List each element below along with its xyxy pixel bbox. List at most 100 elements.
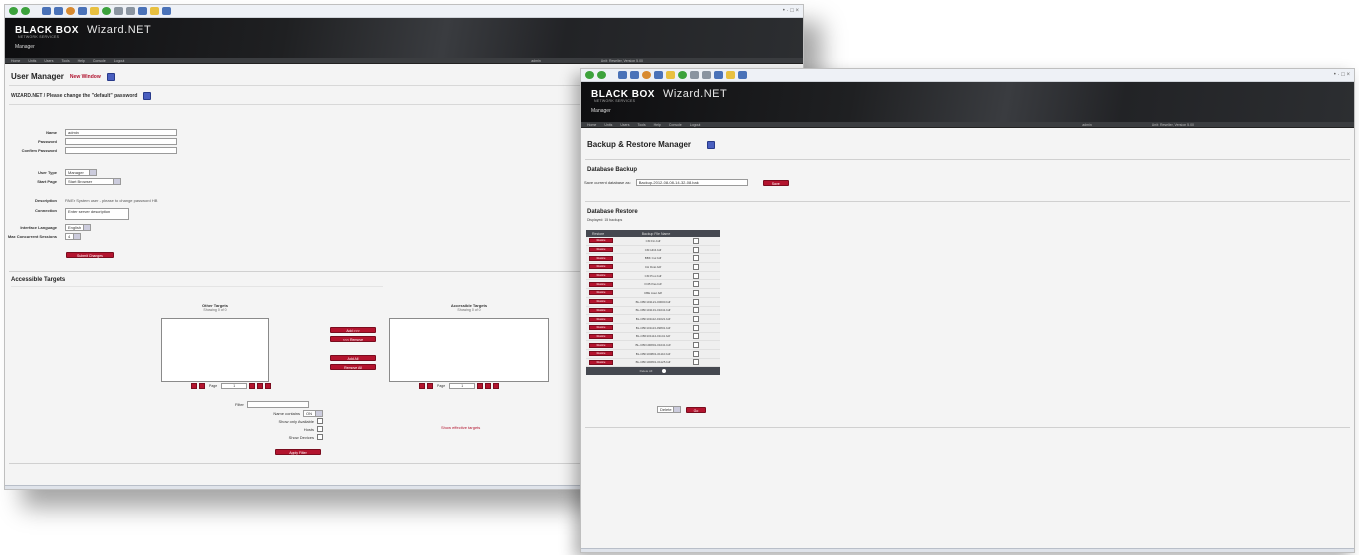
- nav-units[interactable]: Units: [28, 59, 36, 63]
- folder-icon[interactable]: [150, 7, 159, 15]
- backup-select-checkbox[interactable]: [693, 272, 699, 279]
- backup-select-checkbox[interactable]: [693, 342, 699, 349]
- backup-select-checkbox[interactable]: [693, 281, 699, 288]
- backup-select-checkbox[interactable]: [693, 316, 699, 323]
- stop-icon[interactable]: [42, 7, 51, 15]
- name-field[interactable]: admin: [65, 129, 177, 136]
- max-sessions-select[interactable]: 4: [65, 233, 81, 240]
- restore-button[interactable]: Restore: [589, 290, 613, 296]
- stop-icon[interactable]: [618, 71, 627, 79]
- first-page-button[interactable]: [419, 383, 425, 389]
- new-window-link[interactable]: New Window: [70, 74, 101, 80]
- search-icon[interactable]: [78, 7, 87, 15]
- restore-button[interactable]: Restore: [589, 238, 613, 244]
- save-backup-button[interactable]: Save: [762, 179, 789, 186]
- nav-users[interactable]: Users: [44, 59, 53, 63]
- submit-changes-button[interactable]: Submit Changes: [66, 252, 114, 258]
- password-field[interactable]: [65, 138, 177, 145]
- add-all-button[interactable]: Add All: [330, 355, 376, 361]
- back-icon[interactable]: [585, 71, 594, 79]
- accessible-targets-list[interactable]: [389, 318, 549, 382]
- go-button[interactable]: Go: [686, 406, 706, 413]
- page-input[interactable]: 1: [221, 383, 248, 389]
- restore-button[interactable]: Restore: [589, 351, 613, 357]
- restore-button[interactable]: Restore: [589, 325, 613, 331]
- add-button[interactable]: Add >>>: [330, 327, 376, 333]
- nav-console[interactable]: Console: [93, 59, 106, 63]
- filter-option-hosts-checkbox[interactable]: [317, 426, 323, 432]
- backup-select-checkbox[interactable]: [693, 255, 699, 262]
- backup-select-checkbox[interactable]: [693, 237, 699, 244]
- search-icon[interactable]: [654, 71, 663, 79]
- refresh-icon[interactable]: [630, 71, 639, 79]
- backup-select-checkbox[interactable]: [693, 333, 699, 340]
- restore-button[interactable]: Restore: [589, 299, 613, 305]
- confirm-password-field[interactable]: [65, 147, 177, 154]
- forward-icon[interactable]: [21, 7, 30, 15]
- backup-select-checkbox[interactable]: [693, 298, 699, 305]
- mail-icon[interactable]: [126, 7, 135, 15]
- interface-language-select[interactable]: English: [65, 224, 91, 231]
- home-icon[interactable]: [66, 7, 75, 15]
- backup-select-checkbox[interactable]: [693, 359, 699, 366]
- help-icon[interactable]: [143, 92, 152, 100]
- connection-field[interactable]: Enter server description: [65, 208, 129, 220]
- filter-option-devices-checkbox[interactable]: [317, 434, 323, 440]
- first-page-button[interactable]: [191, 383, 197, 389]
- nav-tools[interactable]: Tools: [637, 123, 645, 127]
- media-icon[interactable]: [102, 7, 111, 15]
- restore-button[interactable]: Restore: [589, 264, 613, 270]
- restore-button[interactable]: Restore: [589, 247, 613, 253]
- user-type-select[interactable]: Manager: [65, 169, 97, 176]
- filter-option-name-select[interactable]: ON: [303, 410, 323, 417]
- restore-button[interactable]: Restore: [589, 316, 613, 322]
- nav-home[interactable]: Home: [587, 123, 596, 127]
- prev-page-button[interactable]: [199, 383, 205, 389]
- page-input[interactable]: 1: [449, 383, 476, 389]
- restore-button[interactable]: Restore: [589, 342, 613, 348]
- print-icon[interactable]: [138, 7, 147, 15]
- remove-button[interactable]: <<< Remove: [330, 336, 376, 342]
- nav-help[interactable]: Help: [78, 59, 85, 63]
- media-icon[interactable]: [678, 71, 687, 79]
- history-icon[interactable]: [690, 71, 699, 79]
- backup-select-checkbox[interactable]: [693, 263, 699, 270]
- select-all-radio[interactable]: [662, 369, 667, 374]
- backup-select-checkbox[interactable]: [693, 289, 699, 296]
- backup-select-checkbox[interactable]: [693, 324, 699, 331]
- restore-button[interactable]: Restore: [589, 333, 613, 339]
- nav-console[interactable]: Console: [669, 123, 682, 127]
- nav-help[interactable]: Help: [654, 123, 661, 127]
- messenger-icon[interactable]: [162, 7, 171, 15]
- backup-filename-field[interactable]: Backup-2012-08-08-14-32-08.bak: [635, 179, 748, 186]
- mail-icon[interactable]: [702, 71, 711, 79]
- filter-option-available-checkbox[interactable]: [317, 418, 323, 424]
- nav-logout[interactable]: Logout: [114, 59, 125, 63]
- window-controls[interactable]: • · □ ×: [783, 8, 799, 14]
- nav-logout[interactable]: Logout: [690, 123, 701, 127]
- help-icon[interactable]: [106, 72, 115, 81]
- backup-select-checkbox[interactable]: [693, 307, 699, 314]
- go-page-button[interactable]: [477, 383, 484, 389]
- back-icon[interactable]: [9, 7, 18, 15]
- bulk-action-select[interactable]: Delete: [657, 406, 681, 413]
- restore-button[interactable]: Restore: [589, 273, 613, 279]
- remove-all-button[interactable]: Remove All: [330, 364, 376, 370]
- favorites-icon[interactable]: [90, 7, 99, 15]
- effective-targets-link[interactable]: Show effective targets: [441, 425, 480, 430]
- folder-icon[interactable]: [726, 71, 735, 79]
- history-icon[interactable]: [114, 7, 123, 15]
- messenger-icon[interactable]: [738, 71, 747, 79]
- window-controls[interactable]: • · □ ×: [1334, 72, 1350, 78]
- home-icon[interactable]: [642, 71, 651, 79]
- print-icon[interactable]: [714, 71, 723, 79]
- last-page-button[interactable]: [265, 383, 272, 389]
- next-page-button[interactable]: [485, 383, 492, 389]
- other-targets-list[interactable]: [161, 318, 269, 382]
- restore-button[interactable]: Restore: [589, 255, 613, 261]
- next-page-button[interactable]: [257, 383, 264, 389]
- last-page-button[interactable]: [493, 383, 500, 389]
- nav-units[interactable]: Units: [604, 123, 612, 127]
- filter-field[interactable]: [246, 401, 309, 408]
- refresh-icon[interactable]: [54, 7, 63, 15]
